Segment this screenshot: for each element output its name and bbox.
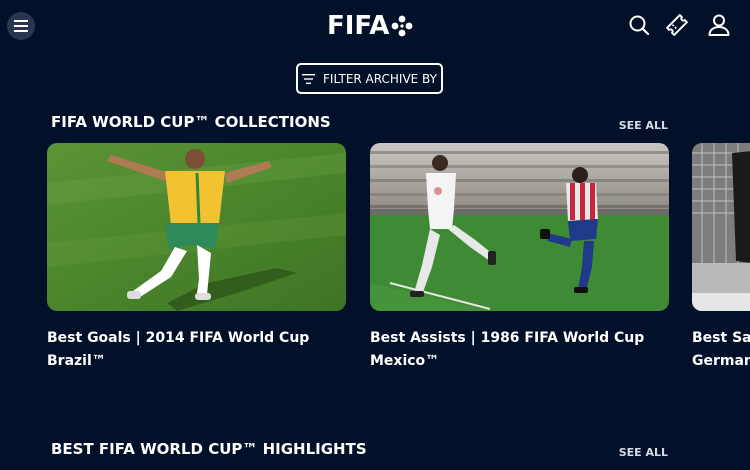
collection-card-best-assists[interactable]: Best Assists | 1986 FIFA World Cup Mexic… (370, 143, 669, 373)
card-title-best-saves[interactable]: Best Saves | 2006 FIFA World Cup Germany… (692, 327, 750, 373)
search-icon (629, 15, 650, 36)
logo-plus-icon (391, 15, 413, 37)
hamburger-icon (14, 20, 28, 32)
user-icon (708, 14, 730, 36)
goalkeeper-save-image (692, 143, 750, 311)
filter-label: FILTER ARCHIVE BY (323, 71, 437, 86)
collection-card-best-saves[interactable]: Best Saves | 2006 FIFA World Cup Germany… (692, 143, 750, 373)
section-title-highlights: BEST FIFA WORLD CUP™ HIGHLIGHTS (51, 440, 367, 458)
fifa-logo[interactable]: FIFA (327, 11, 413, 41)
goal-celebration-image (47, 143, 346, 311)
card-title-best-assists[interactable]: Best Assists | 1986 FIFA World Cup Mexic… (370, 327, 660, 373)
search-button[interactable] (626, 11, 652, 39)
see-all-highlights-link[interactable]: SEE ALL (619, 446, 668, 459)
collection-card-best-goals[interactable]: Best Goals | 2014 FIFA World Cup Brazil™ (47, 143, 346, 373)
page: FIFA FILTER ARCHIVE BY FIFA WORLD CUP™ C… (0, 0, 750, 470)
tickets-button[interactable] (664, 11, 690, 39)
ticket-icon (666, 14, 688, 36)
logo-text: FIFA (327, 11, 390, 41)
section-title-collections: FIFA WORLD CUP™ COLLECTIONS (51, 113, 331, 131)
card-thumbnail-best-saves[interactable] (692, 143, 750, 311)
filter-lines-icon (302, 73, 316, 84)
account-button[interactable] (706, 11, 732, 39)
menu-button[interactable] (7, 12, 35, 40)
card-thumbnail-best-goals[interactable] (47, 143, 346, 311)
filter-archive-button[interactable]: FILTER ARCHIVE BY (296, 63, 443, 94)
match-action-image (370, 143, 669, 311)
see-all-collections-link[interactable]: SEE ALL (619, 119, 668, 132)
card-title-best-goals[interactable]: Best Goals | 2014 FIFA World Cup Brazil™ (47, 327, 337, 373)
card-thumbnail-best-assists[interactable] (370, 143, 669, 311)
